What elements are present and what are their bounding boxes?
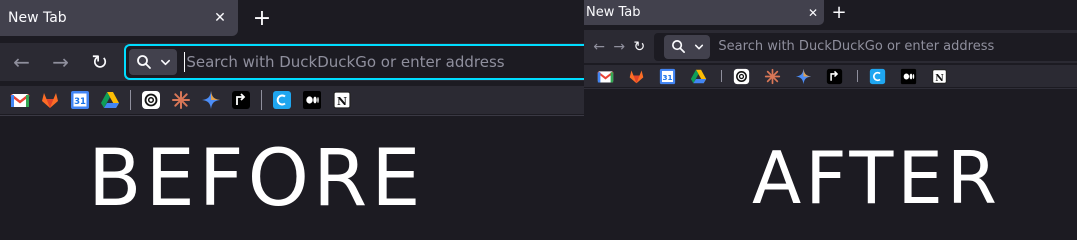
back-arrow-icon[interactable]: ←	[589, 30, 609, 63]
navigation-toolbar: ← → ↻	[0, 43, 584, 81]
divider	[0, 115, 584, 116]
text-caret	[184, 52, 186, 72]
bookmarks-toolbar: 31 N	[584, 65, 1077, 87]
url-input[interactable]	[718, 34, 1077, 59]
url-bar[interactable]	[654, 32, 1077, 61]
chevron-down-icon	[695, 44, 704, 49]
medium-icon[interactable]	[900, 68, 917, 85]
forward-arrow-icon[interactable]: →	[41, 43, 80, 81]
search-engine-button[interactable]	[664, 34, 711, 59]
openai-icon[interactable]	[733, 68, 750, 85]
perplexity-icon[interactable]	[231, 90, 251, 110]
svg-text:31: 31	[662, 72, 672, 81]
bookmarks-toolbar: 31 N	[0, 86, 584, 114]
bookmark-separator	[857, 70, 858, 82]
after-pane: New Tab ✕ + ← → ↻ 31 N AFTER	[584, 0, 1077, 227]
after-caption: AFTER	[752, 136, 1001, 220]
google-calendar-icon[interactable]: 31	[659, 68, 676, 85]
gmail-icon[interactable]	[597, 68, 614, 85]
close-tab-icon[interactable]: ✕	[212, 10, 228, 26]
cloudflare-icon[interactable]	[869, 68, 886, 85]
url-input[interactable]	[186, 47, 584, 77]
divider	[584, 88, 1077, 89]
search-icon	[137, 55, 152, 69]
claude-icon[interactable]	[171, 90, 191, 110]
gemini-icon[interactable]	[201, 90, 221, 110]
bookmark-separator	[130, 90, 131, 110]
google-calendar-icon[interactable]: 31	[70, 90, 90, 110]
openai-icon[interactable]	[141, 90, 161, 110]
perplexity-icon[interactable]	[826, 68, 843, 85]
before-caption: BEFORE	[88, 134, 425, 224]
close-tab-icon[interactable]: ✕	[806, 6, 820, 20]
gitlab-icon[interactable]	[628, 68, 645, 85]
medium-icon[interactable]	[302, 90, 322, 110]
navigation-toolbar: ← → ↻	[584, 30, 1077, 63]
claude-icon[interactable]	[764, 68, 781, 85]
url-bar[interactable]	[124, 44, 584, 80]
new-tab-button[interactable]: +	[830, 2, 848, 23]
bookmark-separator	[721, 70, 722, 82]
bookmark-separator	[261, 90, 262, 110]
tab-new-tab[interactable]: New Tab ✕	[584, 0, 824, 25]
reload-icon[interactable]: ↻	[80, 43, 119, 81]
reload-icon[interactable]: ↻	[629, 30, 649, 63]
svg-text:31: 31	[74, 97, 86, 107]
tab-title: New Tab	[586, 5, 641, 20]
notion-icon[interactable]: N	[332, 90, 352, 110]
gmail-icon[interactable]	[10, 90, 30, 110]
gemini-icon[interactable]	[795, 68, 812, 85]
chevron-down-icon	[161, 59, 171, 65]
tab-title: New Tab	[8, 10, 67, 26]
notion-icon[interactable]: N	[931, 68, 948, 85]
search-engine-button[interactable]	[129, 49, 178, 75]
back-arrow-icon[interactable]: ←	[2, 43, 41, 81]
svg-text:N: N	[935, 72, 944, 83]
gitlab-icon[interactable]	[40, 90, 60, 110]
forward-arrow-icon[interactable]: →	[609, 30, 629, 63]
search-icon	[672, 40, 686, 53]
tab-new-tab[interactable]: New Tab ✕	[0, 0, 238, 36]
svg-text:N: N	[337, 95, 347, 108]
google-drive-icon[interactable]	[690, 68, 707, 85]
google-drive-icon[interactable]	[100, 90, 120, 110]
cloudflare-icon[interactable]	[272, 90, 292, 110]
before-pane: New Tab ✕ + ← → ↻ 31 N BEFORE	[0, 0, 584, 227]
new-tab-button[interactable]: +	[250, 6, 274, 31]
